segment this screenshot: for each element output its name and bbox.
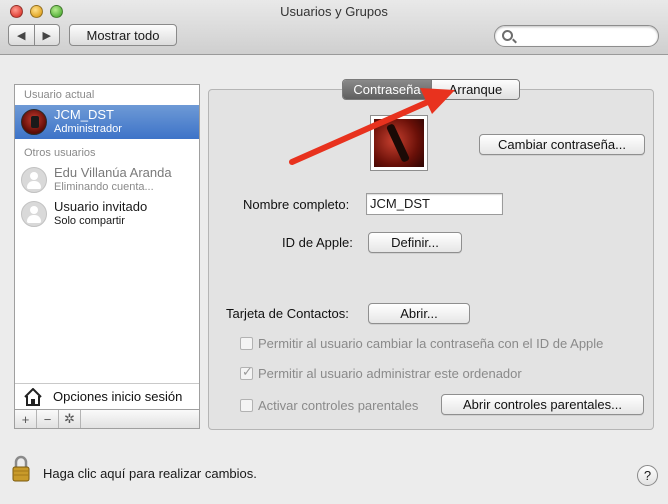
open-contacts-button[interactable]: Abrir...	[368, 303, 470, 324]
user-avatar	[21, 109, 47, 135]
show-all-button[interactable]: Mostrar todo	[69, 24, 177, 46]
lock-message[interactable]: Haga clic aquí para realizar cambios.	[43, 466, 257, 481]
checkbox-admin[interactable]	[240, 364, 253, 380]
forward-button[interactable]: ▶	[33, 25, 60, 45]
tab-bar: Contraseña Arranque	[342, 79, 520, 100]
add-user-button[interactable]: +	[15, 410, 37, 428]
search-icon	[502, 30, 513, 41]
user-role: Administrador	[54, 123, 122, 135]
login-options-label: Opciones inicio sesión	[53, 389, 183, 404]
checkbox-admin-label: Permitir al usuario administrar este ord…	[258, 365, 522, 381]
user-name: Edu Villanúa Aranda	[54, 165, 172, 180]
other-users-header: Otros usuarios	[24, 147, 96, 159]
user-role: Eliminando cuenta...	[54, 181, 154, 193]
checkbox-row-parental[interactable]: Activar controles parentales	[240, 397, 418, 413]
tab-password[interactable]: Contraseña	[343, 80, 431, 99]
title-bar: Usuarios y Grupos ◀ ▶ Mostrar todo	[0, 0, 668, 55]
checkbox-parental[interactable]	[240, 398, 253, 412]
window-title: Usuarios y Grupos	[280, 4, 388, 19]
violin-picture	[374, 119, 424, 167]
checkbox-apple-id[interactable]	[240, 336, 253, 350]
users-sidebar: Usuario actual JCM_DST Administrador Otr…	[14, 84, 200, 429]
current-user-header: Usuario actual	[24, 89, 95, 101]
user-avatar	[21, 201, 47, 227]
checkbox-parental-label: Activar controles parentales	[258, 397, 419, 413]
search-input[interactable]	[494, 25, 659, 47]
checkbox-row-apple-id[interactable]: Permitir al usuario cambiar la contraseñ…	[240, 335, 603, 351]
user-avatar	[21, 167, 47, 193]
back-button[interactable]: ◀	[9, 25, 34, 45]
sidebar-toolbar: + − ✲	[15, 409, 199, 428]
house-icon	[24, 388, 42, 406]
login-options-item[interactable]: Opciones inicio sesión	[15, 383, 199, 409]
full-name-label: Nombre completo:	[243, 197, 350, 212]
checkbox-row-admin[interactable]: Permitir al usuario administrar este ord…	[240, 364, 522, 381]
full-name-field[interactable]: JCM_DST	[366, 193, 503, 215]
user-row-current[interactable]: JCM_DST Administrador	[15, 105, 199, 139]
user-name: Usuario invitado	[54, 199, 148, 214]
user-picture[interactable]	[370, 115, 428, 171]
help-icon[interactable]: ?	[637, 465, 658, 486]
user-row-guest[interactable]: Usuario invitado Solo compartir	[15, 197, 199, 231]
gear-icon[interactable]: ✲	[59, 410, 81, 428]
tab-startup[interactable]: Arranque	[431, 80, 519, 99]
open-parental-controls-button[interactable]: Abrir controles parentales...	[441, 394, 644, 415]
change-password-button[interactable]: Cambiar contraseña...	[479, 134, 645, 155]
user-name: JCM_DST	[54, 107, 114, 122]
define-apple-id-button[interactable]: Definir...	[368, 232, 462, 253]
nav-segment: ◀ ▶	[8, 24, 60, 46]
user-row-edu[interactable]: Edu Villanúa Aranda Eliminando cuenta...	[15, 163, 199, 197]
lock-icon[interactable]	[12, 455, 30, 482]
checkbox-apple-id-label: Permitir al usuario cambiar la contraseñ…	[258, 335, 604, 351]
user-role: Solo compartir	[54, 215, 125, 227]
apple-id-label: ID de Apple:	[282, 235, 353, 250]
remove-user-button[interactable]: −	[37, 410, 59, 428]
contacts-card-label: Tarjeta de Contactos:	[226, 306, 349, 321]
